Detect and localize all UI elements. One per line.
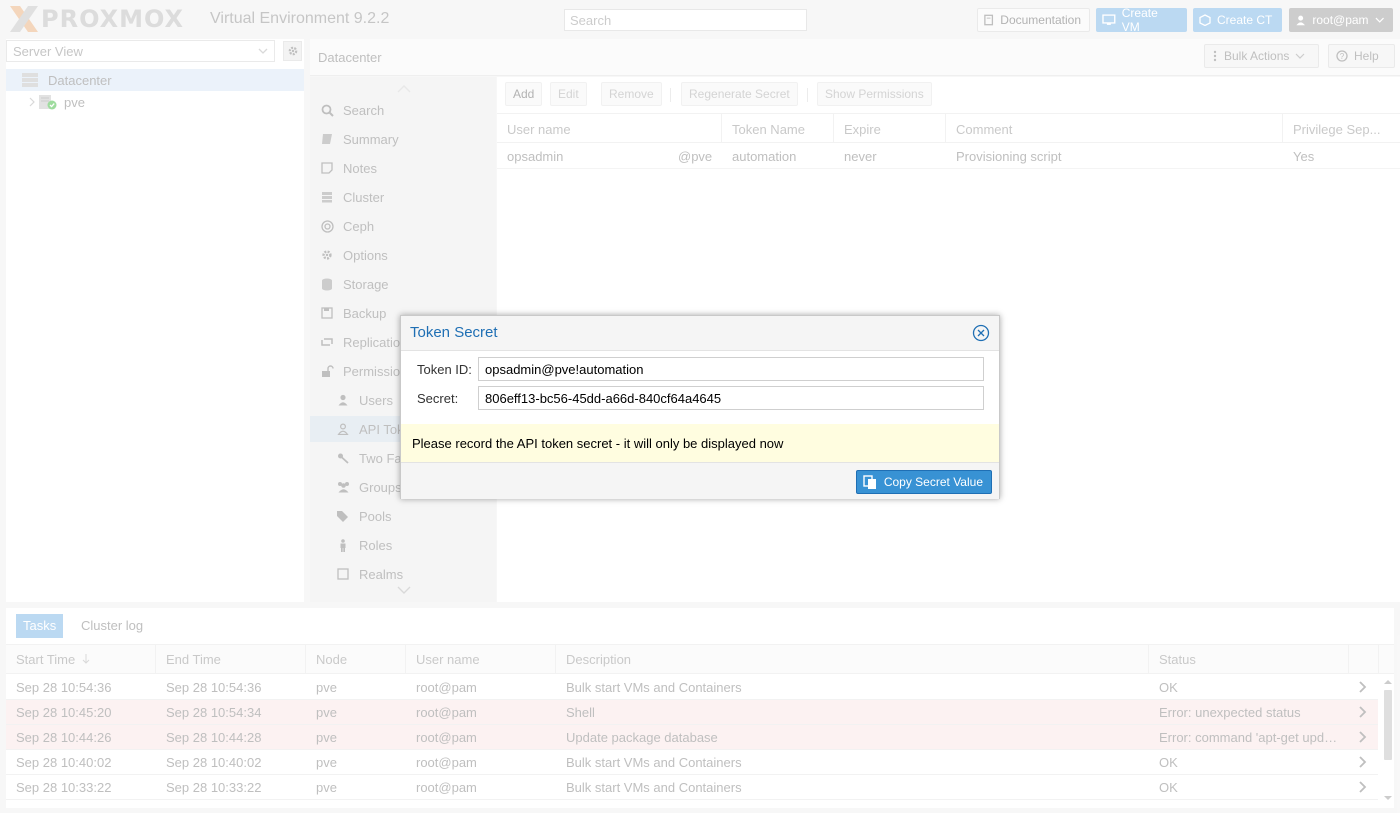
close-icon[interactable] — [972, 324, 990, 342]
dialog-header: Token Secret — [401, 316, 999, 351]
copy-secret-label: Copy Secret Value — [883, 475, 983, 489]
token-secret-dialog: Token Secret Token ID: Secret: Please re… — [400, 315, 1000, 499]
secret-field[interactable] — [478, 386, 984, 410]
secret-label: Secret: — [417, 390, 459, 406]
token-id-label: Token ID: — [417, 361, 472, 377]
token-id-field[interactable] — [478, 357, 984, 381]
clipboard-icon — [863, 474, 876, 489]
token-id-row: Token ID: — [417, 357, 984, 381]
dialog-footer: Copy Secret Value — [401, 462, 999, 499]
copy-secret-button[interactable]: Copy Secret Value — [855, 470, 992, 494]
secret-warning-notice: Please record the API token secret - it … — [401, 424, 999, 462]
secret-row: Secret: — [417, 386, 984, 410]
dialog-title: Token Secret — [410, 324, 498, 341]
